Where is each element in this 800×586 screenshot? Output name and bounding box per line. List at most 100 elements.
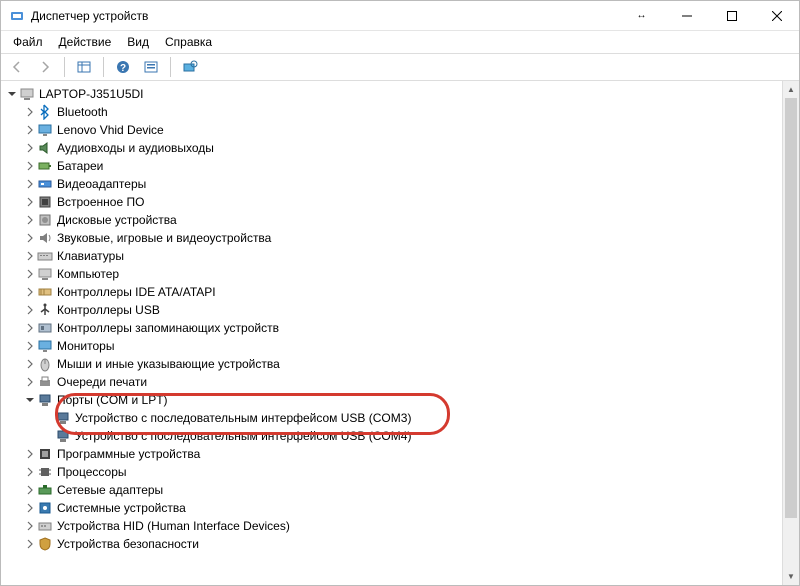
collapse-icon[interactable] [23, 393, 37, 407]
minimize-button[interactable] [664, 1, 709, 31]
tree-root[interactable]: LAPTOP-J351U5DI [1, 85, 782, 103]
window-controls: ↔ [619, 1, 799, 31]
tree-item[interactable]: Компьютер [1, 265, 782, 283]
toolbar-separator [64, 57, 65, 77]
hid-icon [37, 518, 53, 534]
computer-icon [19, 86, 35, 102]
tree-child-item[interactable]: Устройство с последовательным интерфейсо… [1, 409, 782, 427]
tree-item[interactable]: Bluetooth [1, 103, 782, 121]
tree-item-label: Сетевые адаптеры [57, 483, 163, 497]
tree-item[interactable]: Lenovo Vhid Device [1, 121, 782, 139]
forward-button[interactable] [33, 56, 57, 78]
tree-item-label: Видеоадаптеры [57, 177, 146, 191]
scroll-down-button[interactable]: ▼ [783, 568, 799, 585]
tree-item-label: Устройства безопасности [57, 537, 199, 551]
scan-hardware-button[interactable] [178, 56, 202, 78]
expand-icon[interactable] [23, 501, 37, 515]
ide-icon [37, 284, 53, 300]
expand-icon[interactable] [41, 429, 55, 443]
tree-item-label: Устройства HID (Human Interface Devices) [57, 519, 290, 533]
expand-icon[interactable] [23, 213, 37, 227]
back-button[interactable] [5, 56, 29, 78]
menu-view[interactable]: Вид [119, 33, 157, 51]
expand-icon[interactable] [23, 105, 37, 119]
expand-icon[interactable] [23, 123, 37, 137]
expand-icon[interactable] [23, 375, 37, 389]
printer-icon [37, 374, 53, 390]
device-tree[interactable]: LAPTOP-J351U5DI Bluetooth Lenovo Vhid Dev… [1, 81, 782, 585]
tree-item[interactable]: Устройства HID (Human Interface Devices) [1, 517, 782, 535]
expand-icon[interactable] [23, 483, 37, 497]
menu-help[interactable]: Справка [157, 33, 220, 51]
port-icon [37, 392, 53, 408]
tree-item[interactable]: Звуковые, игровые и видеоустройства [1, 229, 782, 247]
tree-item[interactable]: Контроллеры USB [1, 301, 782, 319]
scroll-up-button[interactable]: ▲ [783, 81, 799, 98]
tree-item[interactable]: Батареи [1, 157, 782, 175]
menu-file[interactable]: Файл [5, 33, 51, 51]
monitor-icon [37, 338, 53, 354]
expand-icon[interactable] [23, 357, 37, 371]
tree-item[interactable]: Клавиатуры [1, 247, 782, 265]
content-area: LAPTOP-J351U5DI Bluetooth Lenovo Vhid Dev… [1, 81, 799, 585]
tree-item[interactable]: Дисковые устройства [1, 211, 782, 229]
tree-item[interactable]: Порты (COM и LPT) [1, 391, 782, 409]
help-button[interactable]: ? [111, 56, 135, 78]
bluetooth-icon [37, 104, 53, 120]
window-title: Диспетчер устройств [31, 9, 619, 23]
tree-child-item[interactable]: Устройство с последовательным интерфейсо… [1, 427, 782, 445]
collapse-icon[interactable] [5, 87, 19, 101]
tree-item[interactable]: Мыши и иные указывающие устройства [1, 355, 782, 373]
tree-item[interactable]: Мониторы [1, 337, 782, 355]
properties-button[interactable] [139, 56, 163, 78]
tree-item-label: Контроллеры IDE ATA/ATAPI [57, 285, 216, 299]
expand-icon[interactable] [23, 447, 37, 461]
expand-icon[interactable] [23, 141, 37, 155]
tree-item[interactable]: Процессоры [1, 463, 782, 481]
expand-icon[interactable] [23, 159, 37, 173]
tree-item-label: Звуковые, игровые и видеоустройства [57, 231, 271, 245]
expand-icon[interactable] [23, 285, 37, 299]
tree-item[interactable]: Сетевые адаптеры [1, 481, 782, 499]
expand-icon[interactable] [23, 465, 37, 479]
tree-item[interactable]: Видеоадаптеры [1, 175, 782, 193]
scroll-thumb[interactable] [785, 98, 797, 518]
tree-item[interactable]: Контроллеры запоминающих устройств [1, 319, 782, 337]
tree-item-label: Мыши и иные указывающие устройства [57, 357, 280, 371]
monitor-icon [37, 122, 53, 138]
tree-item-label: Аудиовходы и аудиовыходы [57, 141, 214, 155]
maximize-button[interactable] [709, 1, 754, 31]
tree-item[interactable]: Аудиовходы и аудиовыходы [1, 139, 782, 157]
tree-item-label: Системные устройства [57, 501, 186, 515]
resize-grip-button[interactable]: ↔ [619, 1, 664, 31]
close-button[interactable] [754, 1, 799, 31]
expand-icon[interactable] [23, 249, 37, 263]
tree-item-label: Bluetooth [57, 105, 108, 119]
tree-item[interactable]: Очереди печати [1, 373, 782, 391]
expand-icon[interactable] [23, 231, 37, 245]
expand-icon[interactable] [23, 537, 37, 551]
tree-item[interactable]: Встроенное ПО [1, 193, 782, 211]
tree-item[interactable]: Системные устройства [1, 499, 782, 517]
tree-item-label: Мониторы [57, 339, 114, 353]
expand-icon[interactable] [41, 411, 55, 425]
tree-item[interactable]: Программные устройства [1, 445, 782, 463]
expand-icon[interactable] [23, 267, 37, 281]
port-icon [55, 410, 71, 426]
sound-icon [37, 230, 53, 246]
expand-icon[interactable] [23, 519, 37, 533]
expand-icon[interactable] [23, 321, 37, 335]
vertical-scrollbar[interactable]: ▲ ▼ [782, 81, 799, 585]
show-hidden-button[interactable] [72, 56, 96, 78]
tree-item-label: Процессоры [57, 465, 127, 479]
expand-icon[interactable] [23, 195, 37, 209]
titlebar: Диспетчер устройств ↔ [1, 1, 799, 31]
tree-item[interactable]: Устройства безопасности [1, 535, 782, 553]
menu-action[interactable]: Действие [51, 33, 120, 51]
toolbar: ? [1, 53, 799, 81]
tree-item[interactable]: Контроллеры IDE ATA/ATAPI [1, 283, 782, 301]
tree-item-label: Программные устройства [57, 447, 200, 461]
expand-icon[interactable] [23, 303, 37, 317]
expand-icon[interactable] [23, 339, 37, 353]
expand-icon[interactable] [23, 177, 37, 191]
